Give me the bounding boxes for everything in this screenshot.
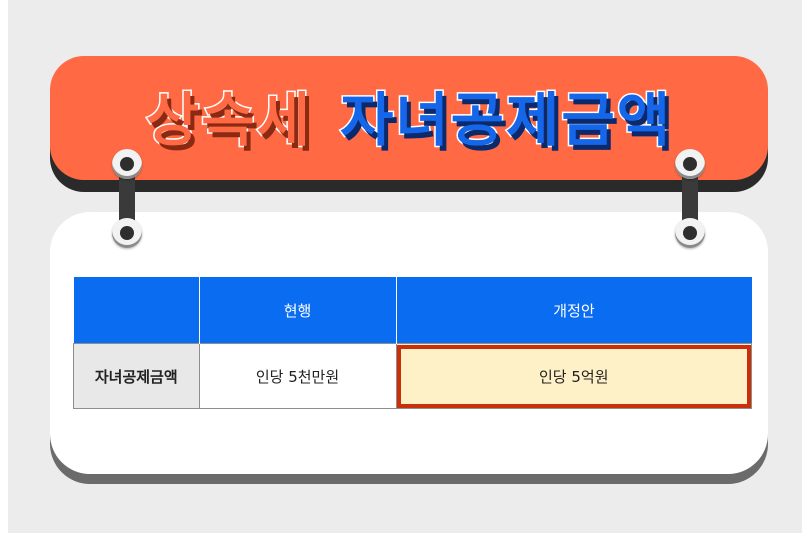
banner-title: 상속세 자녀공제금액	[144, 73, 673, 157]
left-margin	[0, 0, 8, 533]
current-value: 인당 5천만원	[198, 343, 397, 409]
banner-title-part2: 자녀공제금액	[338, 85, 673, 156]
header-proposal: 개정안	[395, 277, 752, 344]
right-banner-hole	[675, 149, 705, 179]
table-row: 자녀공제금액 인당 5천만원 인당 5억원	[73, 343, 752, 409]
banner-title-part1: 상속세	[144, 85, 312, 156]
right-card-hole	[675, 218, 705, 248]
row-label: 자녀공제금액	[73, 343, 200, 409]
proposal-value: 인당 5억원	[395, 343, 752, 409]
right-margin	[802, 0, 810, 533]
left-card-hole	[112, 218, 142, 248]
title-banner: 상속세 자녀공제금액	[50, 56, 768, 180]
left-banner-hole	[112, 149, 142, 179]
header-current: 현행	[198, 277, 396, 344]
table-header-row: 현행 개정안	[73, 277, 752, 344]
header-empty	[73, 277, 199, 344]
comparison-table: 현행 개정안 자녀공제금액 인당 5천만원 인당 5억원	[73, 277, 752, 409]
